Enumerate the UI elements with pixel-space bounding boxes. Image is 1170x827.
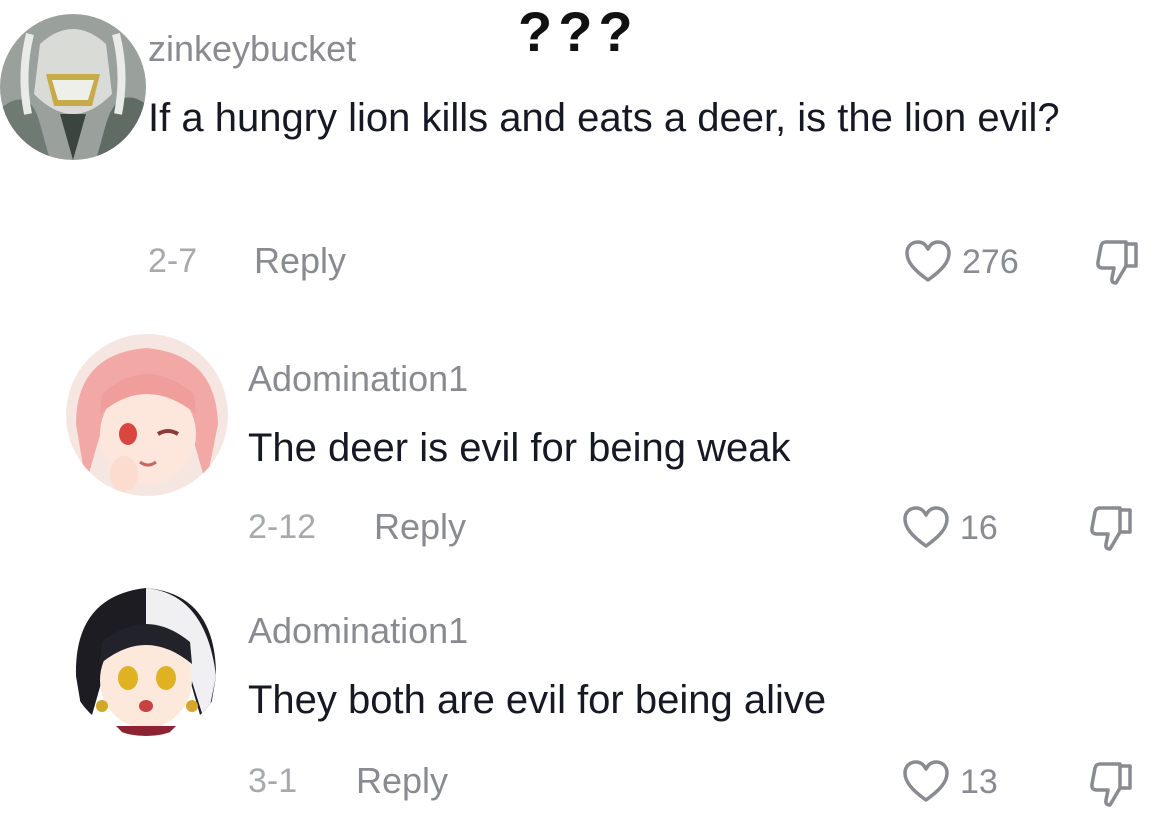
reply-button[interactable]: Reply — [374, 506, 466, 548]
thumbs-down-outline-icon — [1090, 506, 1132, 551]
masked-character-avatar-icon — [0, 14, 146, 160]
like-count: 13 — [960, 762, 998, 801]
comment-date: 2-7 — [148, 242, 198, 280]
dislike-button[interactable] — [1090, 760, 1136, 808]
comment-text: The deer is evil for being weak — [248, 426, 791, 470]
overlay-question-marks: ??? — [518, 0, 639, 63]
dislike-button[interactable] — [1090, 504, 1136, 552]
comment-date: 3-1 — [248, 762, 298, 800]
avatar[interactable] — [66, 576, 226, 736]
comment-username[interactable]: Adomination1 — [248, 358, 468, 400]
reply-button[interactable]: Reply — [356, 760, 448, 802]
comment-text: If a hungry lion kills and eats a deer, … — [148, 96, 1060, 140]
like-button[interactable]: 13 — [902, 758, 998, 806]
like-count: 16 — [960, 508, 998, 547]
heart-outline-icon — [905, 240, 951, 282]
avatar[interactable] — [0, 14, 146, 160]
thumbs-down-outline-icon — [1096, 240, 1138, 285]
like-button[interactable]: 276 — [904, 238, 1019, 286]
like-count: 276 — [962, 242, 1019, 281]
comment-text: They both are evil for being alive — [248, 678, 827, 722]
dislike-button[interactable] — [1096, 238, 1142, 286]
comment-username[interactable]: Adomination1 — [248, 610, 468, 652]
thumbs-down-outline-icon — [1090, 762, 1132, 807]
pink-hair-character-avatar-icon — [66, 334, 228, 496]
comment-username[interactable]: zinkeybucket — [148, 28, 356, 70]
reply-button[interactable]: Reply — [254, 240, 346, 282]
heart-outline-icon — [903, 506, 949, 548]
black-white-hair-character-avatar-icon — [66, 576, 226, 736]
like-button[interactable]: 16 — [902, 504, 998, 552]
heart-outline-icon — [903, 760, 949, 802]
avatar[interactable] — [66, 334, 228, 496]
comment-date: 2-12 — [248, 508, 317, 546]
